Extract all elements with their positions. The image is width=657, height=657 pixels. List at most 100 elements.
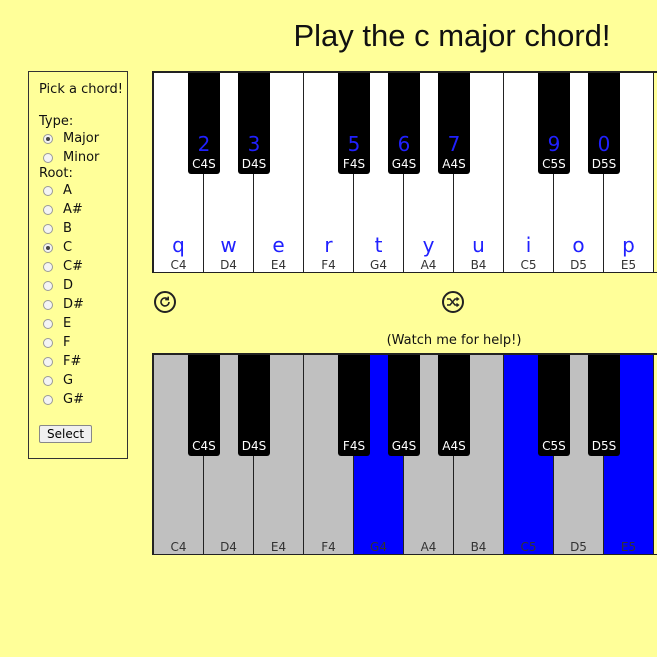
key-hotkey-label: 0 [597,132,611,156]
key-note-label: B4 [470,540,487,554]
type-option-label: Major [63,131,100,146]
key-hotkey-label: 6 [397,132,411,156]
black-key[interactable]: A4S [438,355,470,456]
root-option-label: E [63,316,72,331]
root-radio[interactable] [43,299,53,310]
black-key[interactable]: 9 C5S [538,73,570,174]
key-note-label: D5S [591,157,617,171]
key-note-label: E4 [270,540,287,554]
root-radio[interactable] [43,223,53,234]
key-note-label: C5 [520,540,537,554]
root-option[interactable]: G# [43,390,119,409]
replay-button[interactable] [154,291,176,313]
root-option-label: D# [63,297,84,312]
black-key[interactable]: 6 G4S [388,73,420,174]
root-radio[interactable] [43,280,53,291]
key-hotkey-label: w [220,233,237,257]
black-key[interactable]: 7 A4S [438,73,470,174]
root-option-label: F [63,335,71,350]
root-option-label: C [63,240,73,255]
key-note-label: F4 [321,258,336,272]
root-option[interactable]: D# [43,295,119,314]
black-key[interactable]: 3 D4S [238,73,270,174]
type-radio[interactable] [43,133,53,144]
shuffle-icon [447,296,460,308]
root-option[interactable]: F# [43,352,119,371]
root-radio[interactable] [43,394,53,405]
key-note-label: E5 [620,258,637,272]
key-note-label: C4 [170,258,187,272]
key-hotkey-label: o [572,233,585,257]
key-note-label: C4S [192,157,216,171]
key-note-label: D5 [570,258,587,272]
root-radio[interactable] [43,204,53,215]
panel-heading: Pick a chord! [39,82,123,97]
key-hotkey-label: 7 [447,132,461,156]
root-option[interactable]: F [43,333,119,352]
root-option[interactable]: C# [43,257,119,276]
chord-picker-panel: Pick a chord! Type: Major Minor Root: A A#… [28,71,128,459]
key-note-label: F4 [321,540,336,554]
black-key[interactable]: D4S [238,355,270,456]
root-option-label: A [63,183,72,198]
root-option-label: G# [63,392,84,407]
key-note-label: G4 [370,258,387,272]
root-radio-group: A A# B C C# D D# E F F# G G# [39,181,119,409]
root-radio[interactable] [43,356,53,367]
key-hotkey-label: q [172,233,185,257]
root-option[interactable]: C [43,238,119,257]
root-option-label: F# [63,354,82,369]
key-note-label: C5 [520,258,537,272]
key-note-label: A4 [420,258,437,272]
root-radio[interactable] [43,242,53,253]
black-key[interactable]: F4S [338,355,370,456]
root-radio[interactable] [43,318,53,329]
replay-icon [160,296,170,307]
type-radio[interactable] [43,152,53,163]
black-key[interactable]: C5S [538,355,570,456]
root-option[interactable]: D [43,276,119,295]
root-option-label: G [63,373,74,388]
key-note-label: G4S [391,439,417,453]
key-hotkey-label: u [472,233,485,257]
key-note-label: D4S [241,439,267,453]
root-option-label: A# [63,202,83,217]
key-note-label: D4 [220,258,237,272]
root-radio[interactable] [43,261,53,272]
key-note-label: F4S [342,439,366,453]
select-button[interactable]: Select [39,425,93,443]
root-radio[interactable] [43,185,53,196]
key-note-label: B4 [470,258,487,272]
black-key[interactable]: D5S [588,355,620,456]
key-note-label: E4 [270,258,287,272]
type-option-label: Minor [63,150,100,165]
black-key[interactable]: 0 D5S [588,73,620,174]
black-key[interactable]: G4S [388,355,420,456]
key-note-label: A4S [442,439,466,453]
black-key[interactable]: 2 C4S [188,73,220,174]
key-note-label: C4S [192,439,216,453]
root-option[interactable]: E [43,314,119,333]
key-note-label: C5S [542,439,566,453]
type-label: Type: [39,114,74,129]
black-key[interactable]: 5 F4S [338,73,370,174]
key-note-label: F4S [342,157,366,171]
key-note-label: D4S [241,157,267,171]
root-option[interactable]: G [43,371,119,390]
root-option[interactable]: A [43,181,119,200]
help-hint: (Watch me for help!) [386,333,522,348]
key-hotkey-label: t [374,233,383,257]
type-option[interactable]: Major [43,129,119,148]
root-radio[interactable] [43,375,53,386]
key-note-label: E5 [620,540,637,554]
key-hotkey-label: i [525,233,532,257]
root-option[interactable]: B [43,219,119,238]
type-option[interactable]: Minor [43,148,119,167]
shuffle-button[interactable] [442,291,464,313]
root-option[interactable]: A# [43,200,119,219]
key-note-label: G4 [370,540,387,554]
black-key[interactable]: C4S [188,355,220,456]
key-hotkey-label: 3 [247,132,261,156]
page-title: Play the c major chord! [293,18,611,53]
root-radio[interactable] [43,337,53,348]
